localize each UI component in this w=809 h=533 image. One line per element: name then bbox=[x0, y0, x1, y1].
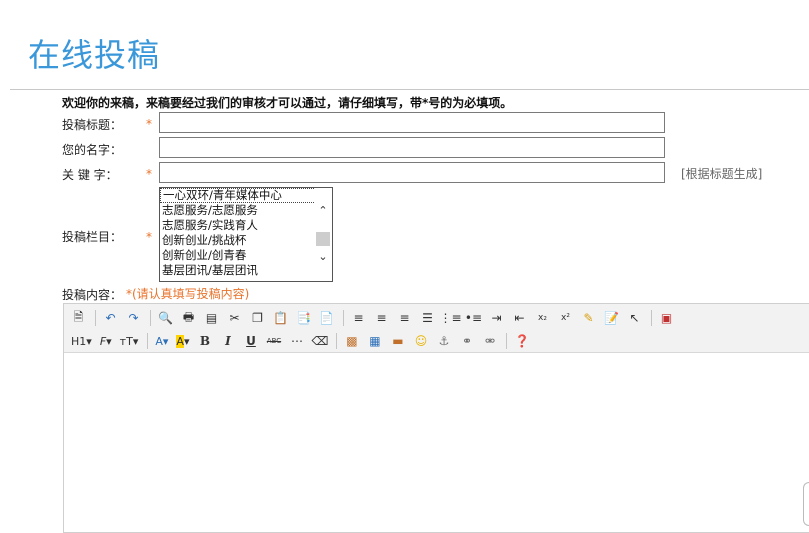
paste-text-icon[interactable]: 📑 bbox=[293, 308, 314, 328]
underline-button[interactable]: U bbox=[240, 331, 261, 351]
keywords-label: 关 键 字： bbox=[62, 168, 118, 182]
bold-button[interactable]: B bbox=[194, 331, 215, 351]
column-option[interactable]: 志愿服务/志愿服务 bbox=[160, 203, 332, 218]
keywords-input[interactable] bbox=[159, 162, 665, 183]
content-label: 投稿内容： bbox=[62, 288, 123, 302]
intro-text: 欢迎你的来稿，来稿要经过我们的审核才可以通过，请仔细填写，带*号的为必填项。 bbox=[62, 96, 513, 110]
paste-word-icon[interactable]: 📄 bbox=[316, 308, 337, 328]
chevron-down-icon: ▾ bbox=[106, 334, 112, 348]
toolbar-separator bbox=[343, 310, 344, 326]
chevron-down-icon: ▾ bbox=[183, 334, 190, 348]
insert-line-icon[interactable]: ▬ bbox=[387, 331, 408, 351]
unlink-icon[interactable]: ⚮ bbox=[479, 331, 500, 351]
align-left-icon[interactable]: ≡ bbox=[348, 308, 369, 328]
column-option[interactable]: 基层团讯/基层团讯 bbox=[160, 263, 332, 278]
keywords-hint: [根据标题生成] bbox=[681, 167, 763, 181]
emoticon-icon[interactable]: ☺ bbox=[410, 331, 431, 351]
clear-format-icon[interactable]: ✎ bbox=[578, 308, 599, 328]
cut-icon[interactable]: ✂ bbox=[224, 308, 245, 328]
copy-icon[interactable]: ❐ bbox=[247, 308, 268, 328]
column-option[interactable]: 创新创业/挑战杯 bbox=[160, 233, 332, 248]
name-label: 您的名字： bbox=[62, 143, 123, 157]
image-icon[interactable]: ▩ bbox=[341, 331, 362, 351]
name-input[interactable] bbox=[159, 137, 665, 158]
title-divider bbox=[10, 89, 809, 90]
redo-icon[interactable]: ↷ bbox=[123, 308, 144, 328]
rich-text-editor[interactable]: 🗎 ↶ ↷ 🔍 🖶 ▤ ✂ ❐ 📋 📑 📄 ≡ ≡ ≡ ☰ ⋮≡ •≡ ⇥ ⇤ … bbox=[63, 303, 809, 533]
align-right-icon[interactable]: ≡ bbox=[394, 308, 415, 328]
column-required-mark: * bbox=[146, 230, 152, 244]
help-icon[interactable]: ❓ bbox=[511, 331, 532, 351]
font-size-label: H1 bbox=[71, 334, 87, 348]
toolbar-separator bbox=[150, 310, 151, 326]
link-icon[interactable]: ⚭ bbox=[456, 331, 477, 351]
indent-icon[interactable]: ⇥ bbox=[486, 308, 507, 328]
strikethrough-button[interactable]: ABC bbox=[263, 331, 284, 351]
background-color-dropdown[interactable]: A ▾ bbox=[173, 331, 192, 351]
eraser-icon[interactable]: ⌫ bbox=[309, 331, 330, 351]
subscript-icon[interactable]: x₂ bbox=[532, 308, 553, 328]
line-height-label: тT bbox=[119, 334, 133, 348]
column-option[interactable]: 创新创业/创青春 bbox=[160, 248, 332, 263]
toolbar-separator bbox=[147, 333, 149, 349]
content-required-note: *(请认真填写投稿内容) bbox=[126, 287, 250, 301]
print-icon[interactable]: 🖶 bbox=[178, 308, 199, 328]
editor-content-area[interactable] bbox=[64, 354, 809, 532]
undo-icon[interactable]: ↶ bbox=[100, 308, 121, 328]
superscript-icon[interactable]: x² bbox=[555, 308, 576, 328]
chevron-down-icon: ▾ bbox=[132, 334, 139, 348]
select-all-icon[interactable]: ↖ bbox=[624, 308, 645, 328]
keywords-required-mark: * bbox=[146, 167, 152, 181]
paste-icon[interactable]: 📋 bbox=[270, 308, 291, 328]
italic-button[interactable]: I bbox=[217, 331, 238, 351]
toolbar-separator bbox=[336, 333, 338, 349]
quick-format-icon[interactable]: 📝 bbox=[601, 308, 622, 328]
line-height-dropdown[interactable]: тT ▾ bbox=[117, 331, 142, 351]
outdent-icon[interactable]: ⇤ bbox=[509, 308, 530, 328]
column-listbox[interactable]: 一心双环/青年媒体中心 志愿服务/志愿服务 志愿服务/实践育人 创新创业/挑战杯… bbox=[159, 187, 333, 282]
hr-icon[interactable]: ⋯ bbox=[286, 331, 307, 351]
preview-icon[interactable]: 🔍 bbox=[155, 308, 176, 328]
title-required-mark: * bbox=[146, 117, 152, 131]
font-family-dropdown[interactable]: F ▾ bbox=[97, 331, 115, 351]
column-option[interactable]: 一心双环/青年媒体中心 bbox=[160, 188, 332, 203]
scroll-up-icon[interactable]: ⌃ bbox=[316, 204, 330, 218]
page-title: 在线投稿 bbox=[28, 36, 161, 74]
column-option[interactable]: 志愿服务/实践育人 bbox=[160, 218, 332, 233]
align-center-icon[interactable]: ≡ bbox=[371, 308, 392, 328]
column-listbox-scrollbar[interactable]: ⌃ ⌄ bbox=[314, 188, 332, 281]
title-input[interactable] bbox=[159, 112, 665, 133]
title-label: 投稿标题： bbox=[62, 118, 123, 132]
page-scroll-edge bbox=[803, 482, 809, 526]
font-size-dropdown[interactable]: H1 ▾ bbox=[68, 331, 95, 351]
anchor-icon[interactable]: ⚓ bbox=[433, 331, 454, 351]
table-icon[interactable]: ▦ bbox=[364, 331, 385, 351]
unordered-list-icon[interactable]: •≡ bbox=[463, 308, 484, 328]
font-color-dropdown[interactable]: A ▾ bbox=[152, 331, 171, 351]
fullscreen-icon[interactable]: ▣ bbox=[656, 308, 677, 328]
ordered-list-icon[interactable]: ⋮≡ bbox=[439, 308, 461, 328]
scroll-down-icon[interactable]: ⌄ bbox=[316, 250, 330, 264]
chevron-down-icon: ▾ bbox=[86, 334, 92, 348]
template-icon[interactable]: ▤ bbox=[201, 308, 222, 328]
toolbar-separator bbox=[506, 333, 508, 349]
scroll-thumb[interactable] bbox=[316, 232, 330, 246]
toolbar-separator bbox=[95, 310, 96, 326]
align-justify-icon[interactable]: ☰ bbox=[417, 308, 438, 328]
column-label: 投稿栏目： bbox=[62, 230, 123, 244]
source-icon[interactable]: 🗎 bbox=[68, 308, 89, 328]
editor-toolbar: 🗎 ↶ ↷ 🔍 🖶 ▤ ✂ ❐ 📋 📑 📄 ≡ ≡ ≡ ☰ ⋮≡ •≡ ⇥ ⇤ … bbox=[64, 304, 809, 353]
chevron-down-icon: ▾ bbox=[162, 334, 169, 348]
font-color-label: A bbox=[155, 334, 163, 348]
toolbar-separator bbox=[651, 310, 652, 326]
background-color-label: A bbox=[176, 334, 184, 348]
